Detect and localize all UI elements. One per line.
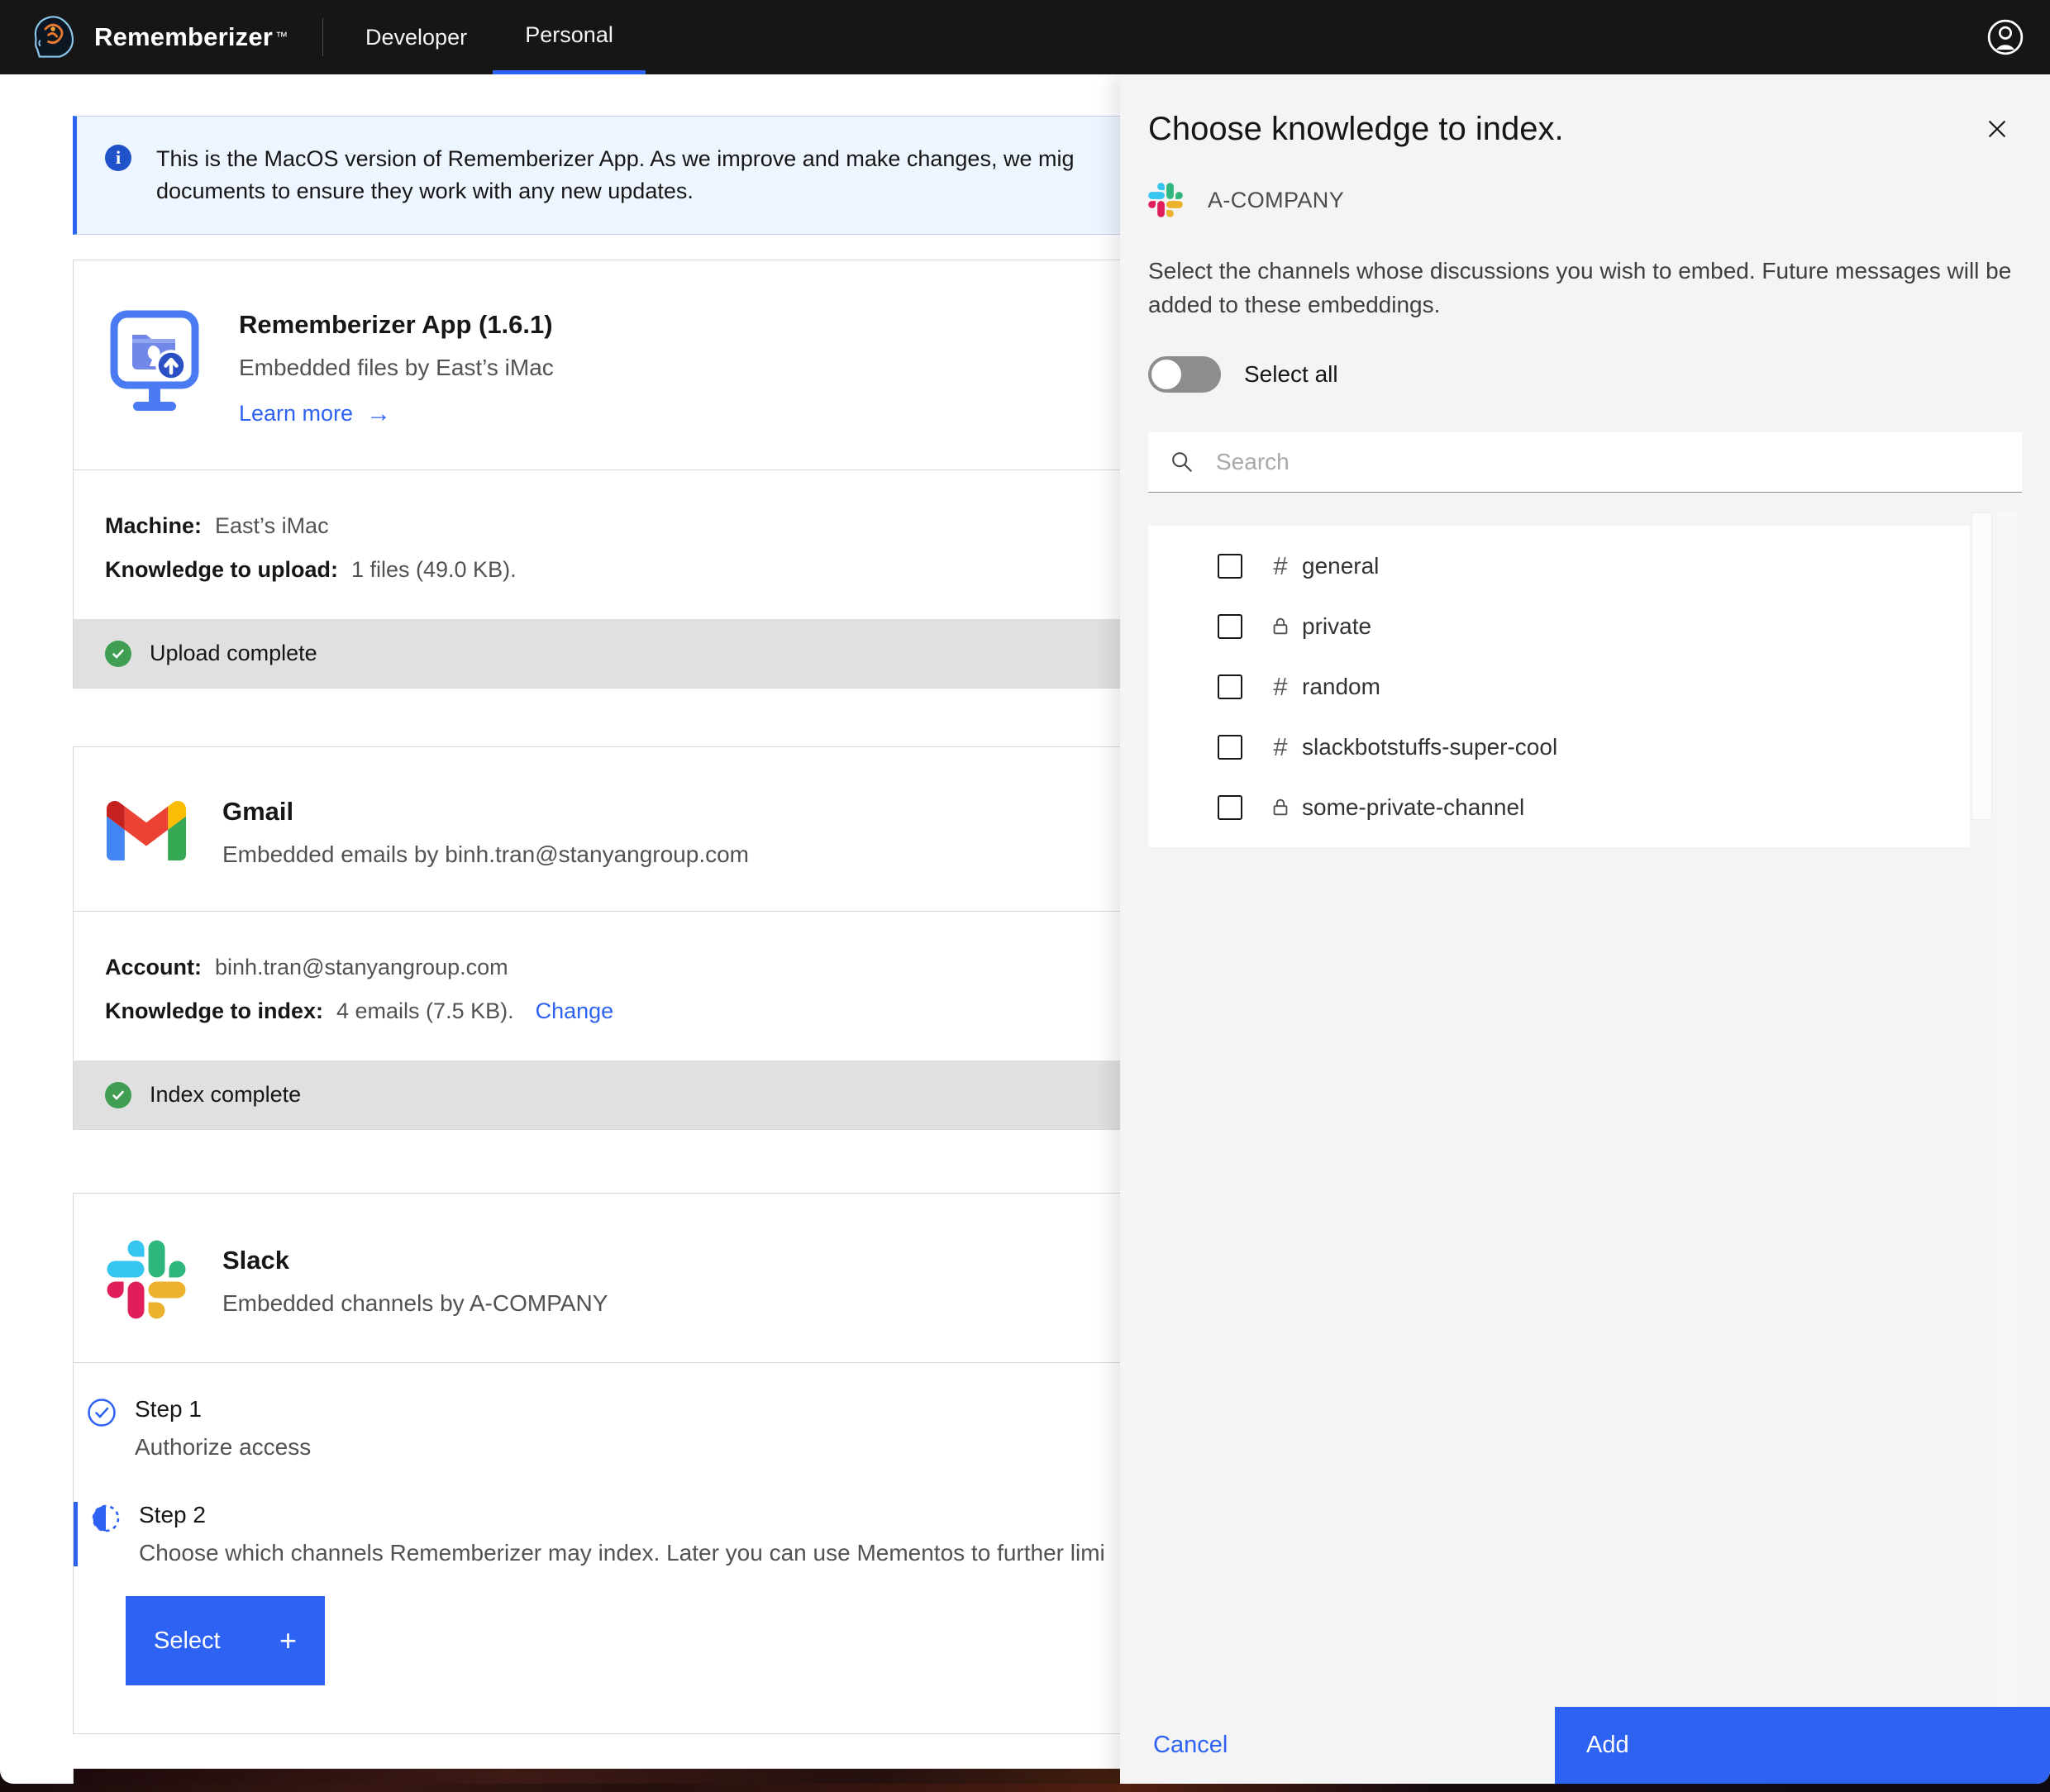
channel-name: some-private-channel bbox=[1302, 794, 1524, 821]
brand-name: Rememberizer bbox=[94, 22, 273, 51]
step-2-desc: Choose which channels Rememberizer may i… bbox=[139, 1540, 1105, 1566]
lock-icon bbox=[1266, 616, 1295, 637]
brand-title: Rememberizer™ bbox=[94, 22, 288, 52]
tab-developer[interactable]: Developer bbox=[340, 0, 493, 74]
channel-name: random bbox=[1302, 674, 1380, 700]
account-menu-button[interactable] bbox=[1986, 17, 2025, 57]
search-icon bbox=[1170, 450, 1194, 474]
panel-title: Choose knowledge to index. bbox=[1148, 74, 2022, 148]
select-all-row: Select all bbox=[1148, 356, 2022, 393]
index-status-text: Index complete bbox=[150, 1082, 301, 1108]
select-all-label: Select all bbox=[1244, 361, 1338, 388]
slack-card-text: Slack Embedded channels by A-COMPANY bbox=[222, 1242, 608, 1317]
user-avatar-icon bbox=[1986, 18, 2024, 56]
app-card-text: Rememberizer App (1.6.1) Embedded files … bbox=[239, 307, 554, 427]
trademark: ™ bbox=[275, 30, 288, 44]
knowledge-index-label: Knowledge to index: bbox=[105, 998, 323, 1024]
nav-tabs: Developer Personal bbox=[340, 0, 646, 74]
app-card-subtitle: Embedded files by East’s iMac bbox=[239, 355, 554, 381]
step-current-icon bbox=[91, 1504, 121, 1533]
channel-row-slackbotstuffs[interactable]: # slackbotstuffs-super-cool bbox=[1148, 717, 1970, 777]
checkbox[interactable] bbox=[1218, 674, 1242, 699]
hash-icon: # bbox=[1266, 551, 1295, 581]
step-2-text: Step 2 Choose which channels Rememberize… bbox=[139, 1502, 1105, 1566]
tab-personal-label: Personal bbox=[525, 22, 613, 48]
account-value: binh.tran@stanyangroup.com bbox=[215, 955, 508, 980]
channel-searchbar bbox=[1148, 432, 2022, 493]
brand: Rememberizer™ bbox=[0, 13, 288, 61]
plus-icon: + bbox=[279, 1623, 297, 1658]
hash-icon: # bbox=[1266, 732, 1295, 762]
check-circle-icon bbox=[105, 641, 131, 667]
info-icon: i bbox=[105, 145, 131, 171]
knowledge-upload-label: Knowledge to upload: bbox=[105, 557, 338, 583]
step-complete-icon bbox=[87, 1398, 117, 1427]
lock-icon bbox=[1266, 797, 1295, 818]
channel-list: # general # private # random # slackbot bbox=[1148, 526, 1970, 847]
rememberizer-app-icon bbox=[107, 307, 203, 411]
banner-line-2: documents to ensure they work with any n… bbox=[156, 175, 1074, 207]
top-navbar: Rememberizer™ Developer Personal bbox=[0, 0, 2050, 74]
learn-more-link[interactable]: Learn more → bbox=[239, 401, 554, 427]
channel-name: slackbotstuffs-super-cool bbox=[1302, 734, 1557, 760]
cancel-button[interactable]: Cancel bbox=[1148, 1731, 1232, 1760]
nav-divider bbox=[322, 18, 323, 56]
slack-workspace-icon bbox=[1148, 183, 1183, 217]
machine-value: East’s iMac bbox=[215, 513, 329, 539]
step-2-label: Step 2 bbox=[139, 1502, 1105, 1528]
select-all-toggle[interactable] bbox=[1148, 356, 1221, 393]
checkbox[interactable] bbox=[1218, 735, 1242, 760]
gmail-card-text: Gmail Embedded emails by binh.tran@stany… bbox=[222, 794, 749, 868]
app-card-title: Rememberizer App (1.6.1) bbox=[239, 310, 554, 340]
list-scrollbar-track[interactable] bbox=[1971, 512, 1992, 820]
check-circle-icon bbox=[105, 1082, 131, 1108]
change-link[interactable]: Change bbox=[536, 998, 614, 1024]
channel-row-private[interactable]: # private bbox=[1148, 596, 1970, 656]
channel-row-some-private[interactable]: # some-private-channel bbox=[1148, 777, 1970, 837]
banner-line-1: This is the MacOS version of Rememberize… bbox=[156, 143, 1074, 175]
workspace-row: A-COMPANY bbox=[1148, 183, 2022, 217]
machine-label: Machine: bbox=[105, 513, 202, 539]
knowledge-index-value: 4 emails (7.5 KB). bbox=[336, 998, 514, 1024]
toggle-knob bbox=[1151, 360, 1181, 389]
banner-text: This is the MacOS version of Rememberize… bbox=[156, 143, 1074, 207]
gmail-icon bbox=[107, 801, 186, 860]
gmail-card-title: Gmail bbox=[222, 797, 749, 827]
add-button[interactable]: Add bbox=[1555, 1707, 2050, 1784]
hash-icon: # bbox=[1266, 672, 1295, 702]
checkbox[interactable] bbox=[1218, 614, 1242, 639]
step-1-text: Step 1 Authorize access bbox=[135, 1396, 311, 1461]
select-channels-button[interactable]: Select + bbox=[126, 1596, 325, 1685]
step-1-label: Step 1 bbox=[135, 1396, 311, 1423]
close-icon bbox=[1984, 115, 2010, 143]
slack-card-subtitle: Embedded channels by A-COMPANY bbox=[222, 1290, 608, 1317]
knowledge-upload-value: 1 files (49.0 KB). bbox=[351, 557, 517, 583]
account-label: Account: bbox=[105, 955, 202, 980]
add-button-label: Add bbox=[1586, 1732, 1629, 1759]
upload-status-text: Upload complete bbox=[150, 641, 317, 666]
checkbox[interactable] bbox=[1218, 795, 1242, 820]
arrow-right-icon: → bbox=[366, 402, 391, 427]
select-button-label: Select bbox=[154, 1628, 221, 1655]
app-window: Rememberizer™ Developer Personal i This … bbox=[0, 0, 2050, 1784]
channel-name: private bbox=[1302, 613, 1371, 640]
channel-row-general[interactable]: # general bbox=[1148, 536, 1970, 596]
gmail-card-subtitle: Embedded emails by binh.tran@stanyangrou… bbox=[222, 841, 749, 868]
channel-name: general bbox=[1302, 553, 1379, 579]
panel-description: Select the channels whose discussions yo… bbox=[1148, 254, 2022, 322]
choose-knowledge-panel: Choose knowledge to index. A-COMPANY Sel… bbox=[1120, 74, 2050, 1784]
learn-more-label: Learn more bbox=[239, 401, 353, 427]
step-1-desc: Authorize access bbox=[135, 1434, 311, 1461]
panel-scrollbar-track[interactable] bbox=[1997, 512, 2017, 1711]
channel-row-random[interactable]: # random bbox=[1148, 656, 1970, 717]
search-input[interactable] bbox=[1214, 448, 2022, 476]
slack-icon bbox=[107, 1240, 186, 1319]
checkbox[interactable] bbox=[1218, 554, 1242, 579]
close-panel-button[interactable] bbox=[1979, 111, 2015, 147]
workspace-name: A-COMPANY bbox=[1208, 188, 1344, 213]
tab-personal[interactable]: Personal bbox=[493, 0, 646, 74]
tab-developer-label: Developer bbox=[365, 25, 467, 50]
rememberizer-logo-icon bbox=[30, 13, 78, 61]
slack-card-title: Slack bbox=[222, 1246, 608, 1275]
